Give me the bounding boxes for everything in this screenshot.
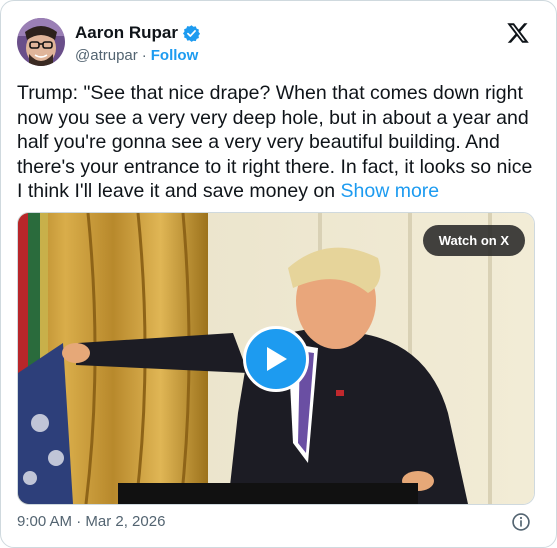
handle-separator: · bbox=[141, 47, 147, 64]
play-button[interactable] bbox=[243, 326, 309, 392]
author-handle-row: @atrupar · Follow bbox=[75, 47, 198, 64]
author-handle[interactable]: @atrupar bbox=[75, 47, 138, 64]
author-avatar[interactable] bbox=[17, 18, 65, 66]
tweet-timestamp[interactable]: 9:00 AM · Mar 2, 2026 bbox=[17, 513, 165, 530]
show-more-link[interactable]: Show more bbox=[341, 180, 440, 202]
x-logo-icon[interactable] bbox=[506, 21, 530, 45]
tweet-text: Trump: "See that nice drape? When that c… bbox=[17, 82, 533, 202]
verified-badge-icon bbox=[182, 24, 201, 42]
author-name-row: Aaron Rupar bbox=[75, 23, 201, 43]
video-media[interactable]: Watch on X bbox=[17, 212, 535, 505]
watch-on-x-button[interactable]: Watch on X bbox=[422, 225, 525, 256]
info-icon[interactable] bbox=[511, 512, 531, 532]
play-icon bbox=[267, 347, 287, 371]
author-name[interactable]: Aaron Rupar bbox=[75, 23, 178, 43]
tweet-embed-card: Aaron Rupar @atrupar · Follow Trump: "Se… bbox=[0, 0, 557, 548]
follow-link[interactable]: Follow bbox=[151, 47, 199, 64]
avatar-image bbox=[17, 18, 65, 66]
tweet-text-block: Trump: "See that nice drape? When that c… bbox=[17, 81, 542, 204]
